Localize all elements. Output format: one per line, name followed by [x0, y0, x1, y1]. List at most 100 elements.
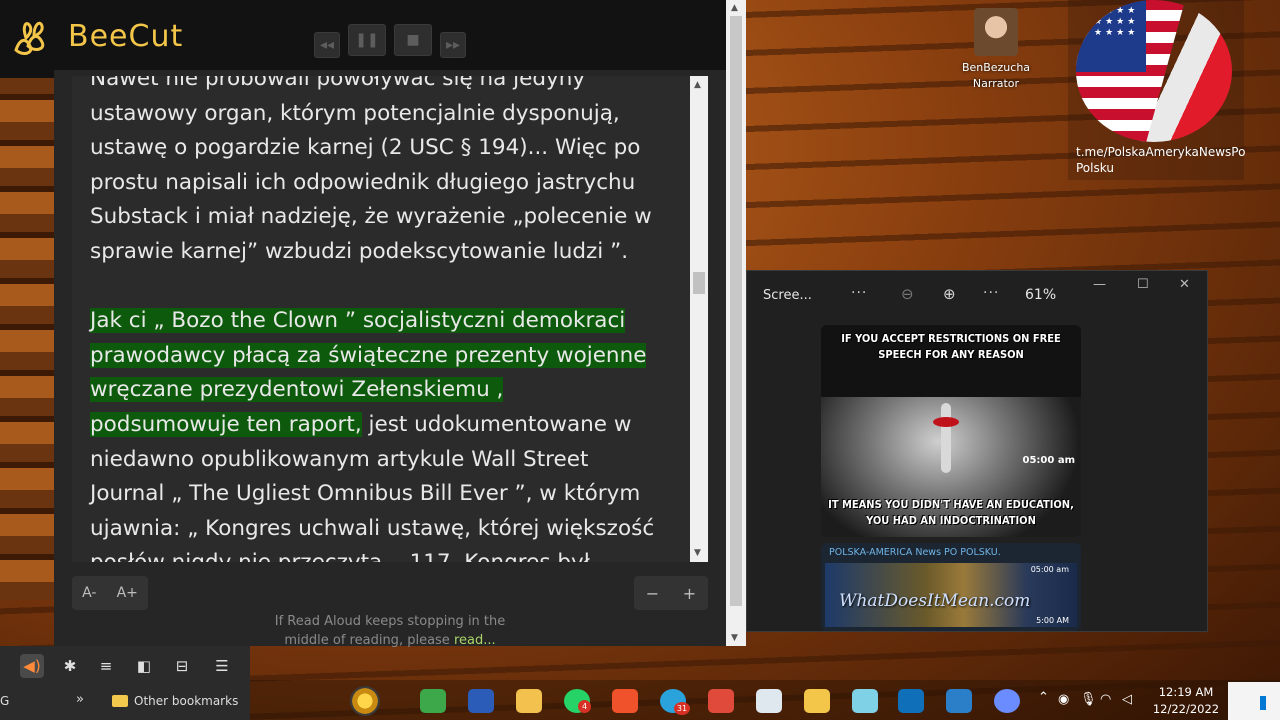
- telegram-badge: 31: [674, 702, 690, 715]
- reader-zoom-out-button[interactable]: −: [646, 584, 659, 603]
- tray-chevron-icon[interactable]: ⌃: [1038, 690, 1049, 705]
- notepad-icon[interactable]: [756, 689, 782, 713]
- stop-button[interactable]: ■: [394, 24, 432, 56]
- meme-image: IF YOU ACCEPT RESTRICTIONS ON FREE SPEEC…: [821, 325, 1081, 537]
- viewer-more-icon[interactable]: ···: [851, 285, 867, 301]
- beecut-taskbar-icon[interactable]: [804, 689, 830, 713]
- notification-icon: [1260, 696, 1266, 710]
- media-app-icon[interactable]: [898, 689, 924, 713]
- text-line: podsumowuje ten raport, jest udokumentow…: [90, 408, 690, 443]
- notification-button[interactable]: [1228, 682, 1280, 720]
- word-icon[interactable]: [468, 689, 494, 713]
- telegram-post-preview: POLSKA-AMERICA News PO POLSKU. 05:00 am …: [821, 543, 1081, 631]
- app-circle-icon[interactable]: [994, 689, 1020, 713]
- reader-note-link[interactable]: read...: [454, 633, 496, 648]
- browser-toolbar: ◀) ✱ ≡ ◧ ⊟ ☰: [0, 646, 250, 684]
- text-line: wręczane prezydentowi Zełenskiemu ,: [90, 373, 690, 408]
- viewer-zoom-in-icon[interactable]: ⊕: [943, 285, 956, 303]
- flag-canton: ★★★★★★★★★★★★: [1076, 0, 1146, 72]
- text-line: ujawnia: „ Kongres uchwali ustawę, które…: [90, 515, 655, 541]
- viewer-title: Scree...: [763, 288, 812, 303]
- file-explorer-icon[interactable]: [516, 689, 542, 713]
- menu-icon[interactable]: ☰: [210, 654, 234, 678]
- pause-button[interactable]: ❚❚: [348, 24, 386, 56]
- highlighted-text: prawodawcy płacą za świąteczne prezenty …: [90, 342, 647, 368]
- android-app-icon[interactable]: [420, 689, 446, 713]
- highlighted-text: Jak ci „ Bozo the Clown ” socjalistyczni…: [90, 308, 626, 334]
- post-time-2: 5:00 AM: [1036, 616, 1069, 625]
- bookmarks-more-icon[interactable]: »: [76, 692, 84, 707]
- text-line: Journal „ The Ugliest Omnibus Bill Ever …: [90, 481, 641, 507]
- volume-icon[interactable]: ◁: [1122, 692, 1132, 707]
- read-aloud-extension-icon[interactable]: ◀): [20, 654, 44, 678]
- minimize-icon[interactable]: —: [1093, 277, 1106, 292]
- reader-scroll-thumb[interactable]: [693, 272, 705, 294]
- scroll-down-icon[interactable]: ▼: [694, 548, 701, 558]
- reader-note: If Read Aloud keeps stopping in the midd…: [260, 612, 520, 650]
- page-scroll-up-icon[interactable]: ▲: [731, 3, 738, 13]
- close-icon[interactable]: ✕: [1179, 277, 1190, 292]
- maximize-icon[interactable]: ☐: [1137, 277, 1149, 292]
- text-segment: jest udokumentowane w: [361, 411, 632, 437]
- reader-zoom-controls: − +: [634, 576, 708, 610]
- other-bookmarks-folder[interactable]: Other bookmarks: [112, 694, 238, 708]
- text-line: prostu napisali ich odpowiednik długiego…: [90, 169, 636, 195]
- text-line: Jak ci „ Bozo the Clown ” socjalistyczni…: [90, 304, 690, 339]
- beecut-title: BeeCut: [68, 18, 184, 54]
- desktop-background-strip: [0, 70, 60, 600]
- post-image: 05:00 am WhatDoesItMean.com 5:00 AM: [825, 563, 1077, 627]
- text-line: posłów nigdy nie przeczyta... 117. Kongr…: [90, 546, 690, 562]
- forward-button[interactable]: ▸▸: [440, 32, 466, 58]
- edit-app-icon[interactable]: [852, 689, 878, 713]
- beecut-toolbar: BeeCut ◂◂ ❚❚ ■ ▸▸: [0, 0, 726, 78]
- highlighted-text: wręczane prezydentowi Zełenskiemu ,: [90, 377, 504, 403]
- reading-list-icon[interactable]: ≡: [94, 654, 118, 678]
- clock-date: 12/22/2022: [1152, 702, 1220, 716]
- sun-app-icon[interactable]: [350, 686, 380, 716]
- text-line: niedawno opublikowanym artykule Wall Str…: [90, 446, 589, 472]
- extensions-icon[interactable]: ✱: [58, 654, 82, 678]
- desktop-icon-narrator[interactable]: BenBezucha Narrator: [958, 8, 1034, 92]
- text-line: Substack i miał nadzieję, że wyrażenie „…: [90, 204, 652, 230]
- brave-browser-icon[interactable]: [612, 689, 638, 713]
- text-line: prawodawcy płacą za świąteczne prezenty …: [90, 339, 690, 374]
- flag-circle: ★★★★★★★★★★★★: [1076, 0, 1232, 142]
- font-decrease-button[interactable]: A-: [82, 585, 96, 601]
- bookmark-item[interactable]: G: [0, 694, 9, 708]
- text-line: ustawę o pogardzie karnej (2 USC § 194).…: [90, 135, 641, 161]
- photos-icon[interactable]: [946, 689, 972, 713]
- sidebar-icon[interactable]: ◧: [132, 654, 156, 678]
- text-line: Nawet nie próbowali powoływać się na jed…: [90, 76, 586, 91]
- reader-zoom-in-button[interactable]: +: [683, 584, 696, 603]
- wifi-icon[interactable]: ◠: [1100, 692, 1111, 707]
- reader-scrollbar[interactable]: ▲ ▼: [690, 76, 708, 562]
- page-scroll-thumb[interactable]: [730, 16, 742, 606]
- post-time-1: 05:00 am: [1030, 565, 1069, 574]
- taskbar-clock[interactable]: 12:19 AM 12/22/2022: [1150, 684, 1222, 718]
- post-watermark: WhatDoesItMean.com: [839, 591, 1031, 611]
- rewind-button[interactable]: ◂◂: [314, 32, 340, 58]
- meme-time: 05:00 am: [1022, 455, 1075, 466]
- meme-caption-bottom: IT MEANS YOU DIDN'T HAVE AN EDUCATION, Y…: [828, 498, 1074, 527]
- page-scroll-down-icon[interactable]: ▼: [731, 633, 738, 643]
- microphone-icon[interactable]: 🎙: [1080, 692, 1097, 707]
- page-scrollbar[interactable]: ▲ ▼: [726, 0, 746, 646]
- narrator-label-1: BenBezucha: [961, 61, 1031, 74]
- viewer-options-icon[interactable]: ···: [983, 285, 999, 301]
- font-increase-button[interactable]: A+: [117, 585, 138, 601]
- scissors-app-icon[interactable]: [708, 689, 734, 713]
- meme-finger: [941, 403, 951, 473]
- desktop-icon-telegram-flag[interactable]: ★★★★★★★★★★★★ t.me/PolskaAmerykaNewsPo Po…: [1068, 0, 1246, 180]
- flag-label: t.me/PolskaAmerykaNewsPo Polsku: [1076, 145, 1246, 175]
- scroll-up-icon[interactable]: ▲: [694, 80, 701, 90]
- photos-viewer-window: Scree... ··· ⊖ ⊕ ··· 61% — ☐ ✕ IF YOU AC…: [746, 270, 1208, 632]
- reader-text: Nawet nie próbowali powoływać się na jed…: [90, 76, 690, 562]
- viewer-zoom-out-icon[interactable]: ⊖: [901, 285, 914, 303]
- wallet-icon[interactable]: ⊟: [170, 654, 194, 678]
- meme-caption-top: IF YOU ACCEPT RESTRICTIONS ON FREE SPEEC…: [841, 332, 1061, 361]
- tray-app-icon[interactable]: ◉: [1058, 692, 1069, 707]
- post-title: POLSKA-AMERICA News PO POLSKU.: [829, 547, 1001, 558]
- highlighted-text: podsumowuje ten raport,: [90, 411, 362, 437]
- meme-lips: [933, 417, 959, 427]
